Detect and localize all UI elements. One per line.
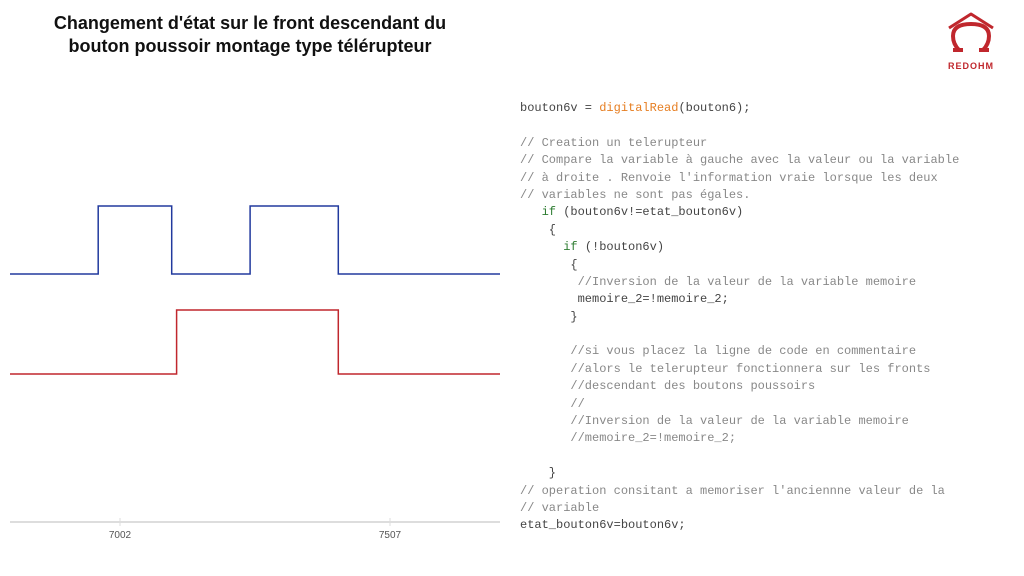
code-comment: //memoire_2=!memoire_2; bbox=[520, 431, 736, 445]
code-line: } bbox=[520, 466, 556, 480]
code-comment: // operation consitant a memoriser l'anc… bbox=[520, 484, 945, 498]
code-line bbox=[520, 205, 542, 219]
code-comment: // Compare la variable à gauche avec la … bbox=[520, 153, 959, 167]
code-comment: // bbox=[520, 397, 585, 411]
code-comment: // variables ne sont pas égales. bbox=[520, 188, 750, 202]
code-line: etat_bouton6v=bouton6v; bbox=[520, 518, 686, 532]
x-tick-label: 7002 bbox=[109, 530, 132, 541]
code-comment: //Inversion de la valeur de la variable … bbox=[520, 275, 916, 289]
code-line: { bbox=[520, 223, 556, 237]
code-fn: digitalRead bbox=[599, 101, 678, 115]
brand-logo: REDOHM bbox=[936, 10, 1006, 71]
code-line: (!bouton6v) bbox=[578, 240, 664, 254]
code-snippet: bouton6v = digitalRead(bouton6); // Crea… bbox=[520, 100, 1010, 535]
code-keyword: if bbox=[563, 240, 577, 254]
code-line bbox=[520, 240, 563, 254]
x-tick-label: 7507 bbox=[379, 530, 402, 541]
code-line: (bouton6v!=etat_bouton6v) bbox=[556, 205, 743, 219]
code-comment: // Creation un telerupteur bbox=[520, 136, 707, 150]
code-keyword: if bbox=[542, 205, 556, 219]
code-comment: //alors le telerupteur fonctionnera sur … bbox=[520, 362, 930, 376]
code-line: { bbox=[520, 258, 578, 272]
code-line: } bbox=[520, 310, 578, 324]
code-line: (bouton6); bbox=[678, 101, 750, 115]
code-comment: //descendant des boutons poussoirs bbox=[520, 379, 815, 393]
code-line: memoire_2=!memoire_2; bbox=[520, 292, 729, 306]
code-comment: // variable bbox=[520, 501, 599, 515]
code-line: bouton6v = bbox=[520, 101, 599, 115]
code-comment: // à droite . Renvoie l'information vrai… bbox=[520, 171, 938, 185]
omega-house-icon bbox=[941, 10, 1001, 58]
red-signal bbox=[10, 310, 500, 374]
brand-text: REDOHM bbox=[936, 61, 1006, 71]
blue-signal bbox=[10, 206, 500, 274]
timing-diagram: 7002 7507 bbox=[10, 150, 500, 550]
page-title: Changement d'état sur le front descendan… bbox=[30, 12, 470, 59]
code-comment: //si vous placez la ligne de code en com… bbox=[520, 344, 916, 358]
code-comment: //Inversion de la valeur de la variable … bbox=[520, 414, 909, 428]
